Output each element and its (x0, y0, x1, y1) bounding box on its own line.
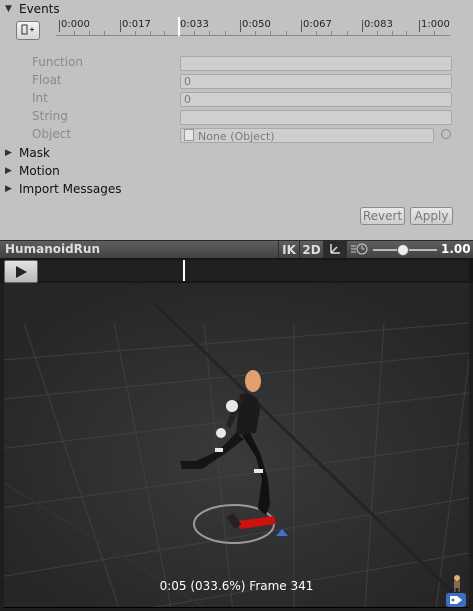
preview-viewport[interactable]: 0:05 (033.6%) Frame 341 (4, 283, 469, 608)
timeline-tick-label: 0:017 (122, 19, 151, 30)
timeline-tick-label: 0:083 (364, 19, 393, 30)
add-event-icon (21, 24, 35, 38)
preview-scrub-track[interactable] (38, 260, 469, 281)
animation-inspector-window: ▼ Events 0:000 0:017 0:033 0:050 0:067 0… (0, 0, 473, 611)
collapsed-triangle-icon: ▶ (5, 184, 12, 194)
2d-toggle-button[interactable]: 2D (299, 241, 323, 259)
inspector-panel: ▼ Events 0:000 0:017 0:033 0:050 0:067 0… (0, 0, 473, 240)
timeline-tick-label: 0:050 (242, 19, 271, 30)
expanded-triangle-icon: ▼ (5, 4, 12, 14)
ik-toggle-button[interactable]: IK (278, 241, 299, 259)
object-picker-icon[interactable] (441, 129, 451, 139)
float-field[interactable]: 0 (180, 74, 452, 89)
object-field-value: None (Object) (198, 130, 275, 143)
timeline-tick-label: 0:033 (180, 19, 209, 30)
timeline-tick-label: 0:067 (303, 19, 332, 30)
object-label: Object (32, 127, 72, 141)
timeline-tick-label: 0:000 (61, 19, 90, 30)
playback-speed-button[interactable] (346, 241, 371, 259)
speed-slider-knob[interactable] (397, 244, 409, 256)
viewport-scene (4, 283, 469, 607)
timeline-tick-label: 1:000 (421, 19, 450, 30)
pivot-axes-icon (328, 242, 342, 259)
motion-label: Motion (19, 164, 60, 178)
apply-button[interactable]: Apply (410, 207, 453, 225)
preview-clip-title: HumanoidRun (5, 242, 101, 256)
motion-foldout[interactable]: ▶ Motion (5, 163, 60, 179)
play-button[interactable] (4, 260, 38, 283)
frame-readout: 0:05 (033.6%) Frame 341 (159, 579, 314, 593)
import-messages-label: Import Messages (19, 182, 122, 196)
tag-label-icon[interactable] (446, 593, 466, 607)
add-event-button[interactable] (16, 21, 40, 40)
float-label: Float (32, 73, 62, 87)
speed-clock-icon (350, 242, 368, 259)
play-icon (15, 265, 27, 278)
int-field[interactable]: 0 (180, 92, 452, 107)
speed-value: 1.00 (441, 242, 471, 256)
event-timeline-cursor[interactable] (178, 17, 180, 36)
revert-button[interactable]: Revert (360, 207, 405, 225)
preview-playhead[interactable] (183, 260, 185, 281)
mask-foldout[interactable]: ▶ Mask (5, 145, 50, 161)
preview-timeline-bar (0, 258, 473, 283)
string-label: String (32, 109, 68, 123)
collapsed-triangle-icon: ▶ (5, 166, 12, 176)
function-field[interactable] (180, 56, 452, 71)
string-field[interactable] (180, 110, 452, 125)
import-messages-foldout[interactable]: ▶ Import Messages (5, 181, 122, 197)
avatar-select-icon[interactable] (450, 574, 464, 592)
event-timeline[interactable]: 0:000 0:017 0:033 0:050 0:067 0:083 1:00… (56, 16, 450, 36)
function-label: Function (32, 55, 84, 69)
int-label: Int (32, 91, 48, 105)
collapsed-triangle-icon: ▶ (5, 148, 12, 158)
object-type-icon (184, 129, 194, 141)
mask-label: Mask (19, 146, 50, 160)
pivot-toggle-button[interactable] (323, 241, 346, 259)
events-title: Events (19, 2, 60, 16)
preview-header: HumanoidRun IK 2D 1.00 (0, 240, 473, 259)
object-field[interactable]: None (Object) (180, 128, 434, 143)
events-foldout[interactable]: ▼ Events (5, 1, 60, 17)
